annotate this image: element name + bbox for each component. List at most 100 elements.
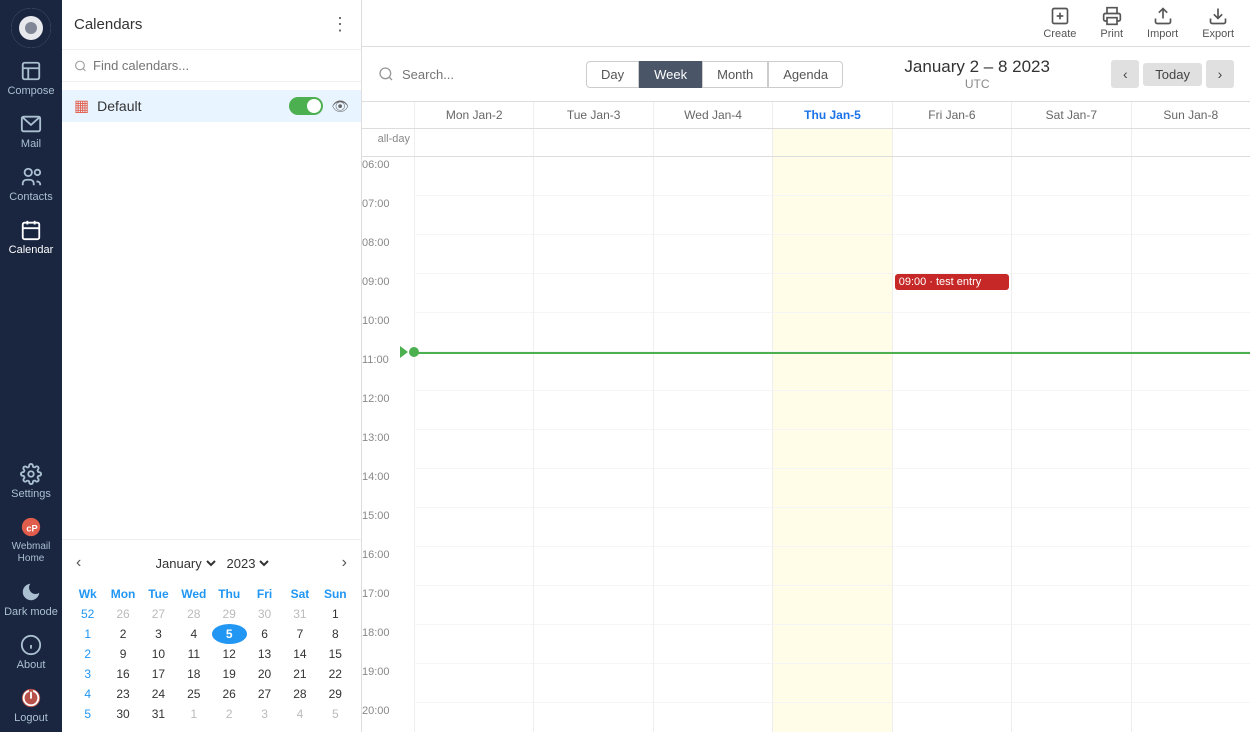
import-button[interactable]: Import	[1147, 6, 1178, 40]
mini-cal-day[interactable]: 25	[176, 684, 211, 704]
mini-cal-day[interactable]: 10	[141, 644, 176, 664]
mini-cal-week-num[interactable]: 4	[70, 684, 105, 704]
cal-cell[interactable]	[772, 664, 891, 703]
cal-cell[interactable]	[414, 469, 533, 508]
cal-cell[interactable]	[414, 508, 533, 547]
cal-cell[interactable]	[533, 391, 652, 430]
cal-cell[interactable]	[414, 391, 533, 430]
mini-cal-week-num[interactable]: 2	[70, 644, 105, 664]
mini-cal-week-num[interactable]: 52	[70, 604, 105, 624]
cal-cell[interactable]	[892, 430, 1011, 469]
cal-cell[interactable]	[414, 274, 533, 313]
allday-tue[interactable]	[533, 129, 652, 156]
cal-cell[interactable]	[533, 313, 652, 352]
cal-cell[interactable]	[892, 157, 1011, 196]
cal-cell[interactable]	[1131, 235, 1250, 274]
sidebar-item-calendar[interactable]: Calendar	[0, 211, 62, 264]
cal-cell[interactable]	[653, 352, 772, 391]
view-tab-agenda[interactable]: Agenda	[768, 61, 843, 88]
cal-cell[interactable]	[772, 313, 891, 352]
mini-cal-day[interactable]: 12	[212, 644, 247, 664]
export-button[interactable]: Export	[1202, 6, 1234, 40]
cal-cell[interactable]	[1131, 703, 1250, 732]
cal-cell[interactable]	[1131, 352, 1250, 391]
cal-cell[interactable]	[1011, 196, 1130, 235]
mini-cal-year-select[interactable]: 2023	[223, 555, 272, 572]
find-calendars-input[interactable]	[93, 58, 349, 73]
cal-cell[interactable]	[414, 157, 533, 196]
cal-cell[interactable]	[892, 235, 1011, 274]
cal-cell[interactable]	[653, 157, 772, 196]
cal-cell[interactable]	[772, 157, 891, 196]
cal-cell[interactable]	[1011, 469, 1130, 508]
mini-cal-day[interactable]: 18	[176, 664, 211, 684]
mini-cal-day[interactable]: 2	[212, 704, 247, 724]
cal-cell[interactable]	[892, 196, 1011, 235]
cal-cell[interactable]	[772, 508, 891, 547]
cal-cell[interactable]	[414, 703, 533, 732]
mini-cal-day[interactable]: 8	[318, 624, 353, 644]
cal-cell[interactable]	[1011, 664, 1130, 703]
mini-cal-day[interactable]: 3	[141, 624, 176, 644]
cal-cell[interactable]	[772, 274, 891, 313]
mini-cal-day[interactable]: 28	[282, 684, 317, 704]
cal-cell[interactable]	[1131, 274, 1250, 313]
cal-cell[interactable]	[1011, 235, 1130, 274]
cal-cell[interactable]	[1131, 157, 1250, 196]
sidebar-item-contacts[interactable]: Contacts	[0, 158, 62, 211]
cal-cell[interactable]	[533, 469, 652, 508]
mini-cal-day[interactable]: 13	[247, 644, 282, 664]
cal-cell[interactable]	[533, 274, 652, 313]
cal-cell[interactable]	[414, 664, 533, 703]
cal-cell[interactable]	[653, 313, 772, 352]
create-button[interactable]: Create	[1043, 6, 1076, 40]
mini-cal-day[interactable]: 5	[318, 704, 353, 724]
cal-cell[interactable]	[653, 547, 772, 586]
cal-cell[interactable]	[1011, 391, 1130, 430]
mini-cal-day[interactable]: 17	[141, 664, 176, 684]
cal-cell[interactable]	[1131, 547, 1250, 586]
mini-cal-day[interactable]: 4	[282, 704, 317, 724]
cal-cell[interactable]	[772, 352, 891, 391]
cal-cell[interactable]	[1131, 625, 1250, 664]
cal-cell[interactable]	[653, 586, 772, 625]
mini-cal-day[interactable]: 19	[212, 664, 247, 684]
mini-cal-day[interactable]: 5	[212, 624, 247, 644]
cal-cell[interactable]	[653, 508, 772, 547]
mini-cal-day[interactable]: 2	[105, 624, 140, 644]
sidebar-item-webmail[interactable]: cP Webmail Home	[0, 508, 62, 573]
mini-cal-day[interactable]: 28	[176, 604, 211, 624]
left-panel-menu-button[interactable]: ⋮	[331, 14, 349, 35]
mini-cal-prev-button[interactable]: ‹	[70, 552, 87, 574]
cal-cell[interactable]	[772, 235, 891, 274]
sidebar-item-darkmode[interactable]: Dark mode	[0, 573, 62, 626]
cal-cell[interactable]	[1011, 625, 1130, 664]
cal-cell[interactable]	[653, 469, 772, 508]
cal-cell[interactable]	[653, 391, 772, 430]
cal-cell[interactable]	[1011, 352, 1130, 391]
cal-cell[interactable]	[533, 547, 652, 586]
mini-cal-week-num[interactable]: 1	[70, 624, 105, 644]
cal-cell[interactable]	[1011, 508, 1130, 547]
mini-cal-day[interactable]: 30	[247, 604, 282, 624]
mini-cal-day[interactable]: 21	[282, 664, 317, 684]
sidebar-item-logout[interactable]: Logout	[0, 679, 62, 732]
mini-cal-week-num[interactable]: 5	[70, 704, 105, 724]
cal-cell[interactable]	[414, 313, 533, 352]
calendar-toggle[interactable]	[289, 97, 323, 115]
cal-cell[interactable]	[772, 703, 891, 732]
sidebar-item-mail[interactable]: Mail	[0, 105, 62, 158]
cal-cell[interactable]	[533, 157, 652, 196]
cal-cell[interactable]	[533, 625, 652, 664]
mini-cal-day[interactable]: 23	[105, 684, 140, 704]
cal-cell[interactable]	[414, 547, 533, 586]
print-button[interactable]: Print	[1100, 6, 1123, 40]
calendar-visibility-icon[interactable]: 👁	[331, 98, 349, 115]
cal-cell[interactable]	[892, 664, 1011, 703]
mini-cal-day[interactable]: 22	[318, 664, 353, 684]
allday-fri[interactable]	[892, 129, 1011, 156]
cal-cell[interactable]	[892, 469, 1011, 508]
sidebar-item-settings[interactable]: Settings	[0, 455, 62, 508]
sidebar-item-compose[interactable]: Compose	[0, 52, 62, 105]
cal-cell[interactable]	[533, 196, 652, 235]
